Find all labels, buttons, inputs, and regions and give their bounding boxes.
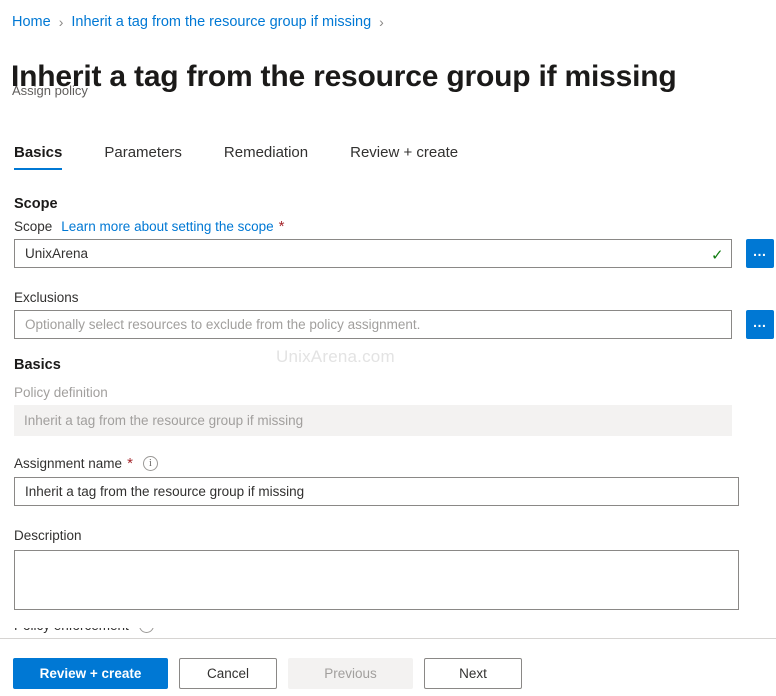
breadcrumb: Home › Inherit a tag from the resource g… <box>12 12 392 32</box>
assignment-name-label: Assignment name * i <box>14 456 158 471</box>
footer-actions: Review + create Cancel Previous Next <box>13 658 522 689</box>
scope-valid-check-icon: ✓ <box>711 247 724 264</box>
learn-more-scope-link[interactable]: Learn more about setting the scope <box>61 219 273 234</box>
breadcrumb-item-home[interactable]: Home <box>12 14 51 30</box>
policy-enforcement-label-text: Policy enforcement <box>14 628 129 633</box>
policy-definition-value: Inherit a tag from the resource group if… <box>14 405 732 436</box>
assignment-name-label-text: Assignment name <box>14 456 123 471</box>
chevron-right-icon: › <box>58 14 64 30</box>
breadcrumb-item-policy[interactable]: Inherit a tag from the resource group if… <box>71 14 371 30</box>
scope-input[interactable] <box>14 239 732 268</box>
page-title: Inherit a tag from the resource group if… <box>11 60 677 94</box>
tab-bar: Basics Parameters Remediation Review + c… <box>14 144 500 178</box>
policy-enforcement-label-clipped: Policy enforcement i <box>14 628 154 633</box>
previous-button: Previous <box>288 658 413 689</box>
next-button[interactable]: Next <box>424 658 522 689</box>
assignment-name-input[interactable] <box>14 477 739 506</box>
footer-divider <box>0 638 776 639</box>
exclusions-label-text: Exclusions <box>14 290 79 305</box>
tab-review-create[interactable]: Review + create <box>350 144 458 170</box>
tab-basics[interactable]: Basics <box>14 144 63 170</box>
assign-policy-page: Home › Inherit a tag from the resource g… <box>0 0 776 696</box>
description-label: Description <box>14 528 82 543</box>
chevron-right-icon-2: › <box>379 14 384 30</box>
tab-parameters[interactable]: Parameters <box>104 144 182 170</box>
review-create-button[interactable]: Review + create <box>13 658 168 689</box>
info-icon-2: i <box>138 628 154 633</box>
tab-remediation[interactable]: Remediation <box>224 144 308 170</box>
policy-definition-label: Policy definition <box>14 385 108 400</box>
exclusions-input[interactable] <box>14 310 732 339</box>
description-textarea[interactable] <box>14 550 739 610</box>
exclusions-field-label: Exclusions <box>14 290 79 305</box>
cancel-button[interactable]: Cancel <box>179 658 277 689</box>
scope-label-text: Scope <box>14 219 53 234</box>
scope-section-heading: Scope <box>14 196 58 212</box>
policy-enforcement-row-clipped: Policy enforcement i <box>14 628 274 638</box>
scope-browse-button[interactable]: … <box>746 239 774 268</box>
exclusions-browse-button[interactable]: … <box>746 310 774 339</box>
scope-required-asterisk: * <box>278 218 285 235</box>
scope-field-label: Scope Learn more about setting the scope… <box>14 219 285 234</box>
info-icon[interactable]: i <box>142 456 158 471</box>
watermark: UnixArena.com <box>276 347 395 366</box>
basics-section-heading: Basics <box>14 357 61 373</box>
page-subtitle: Assign policy <box>12 83 88 98</box>
assignment-name-required-asterisk: * <box>127 455 133 472</box>
